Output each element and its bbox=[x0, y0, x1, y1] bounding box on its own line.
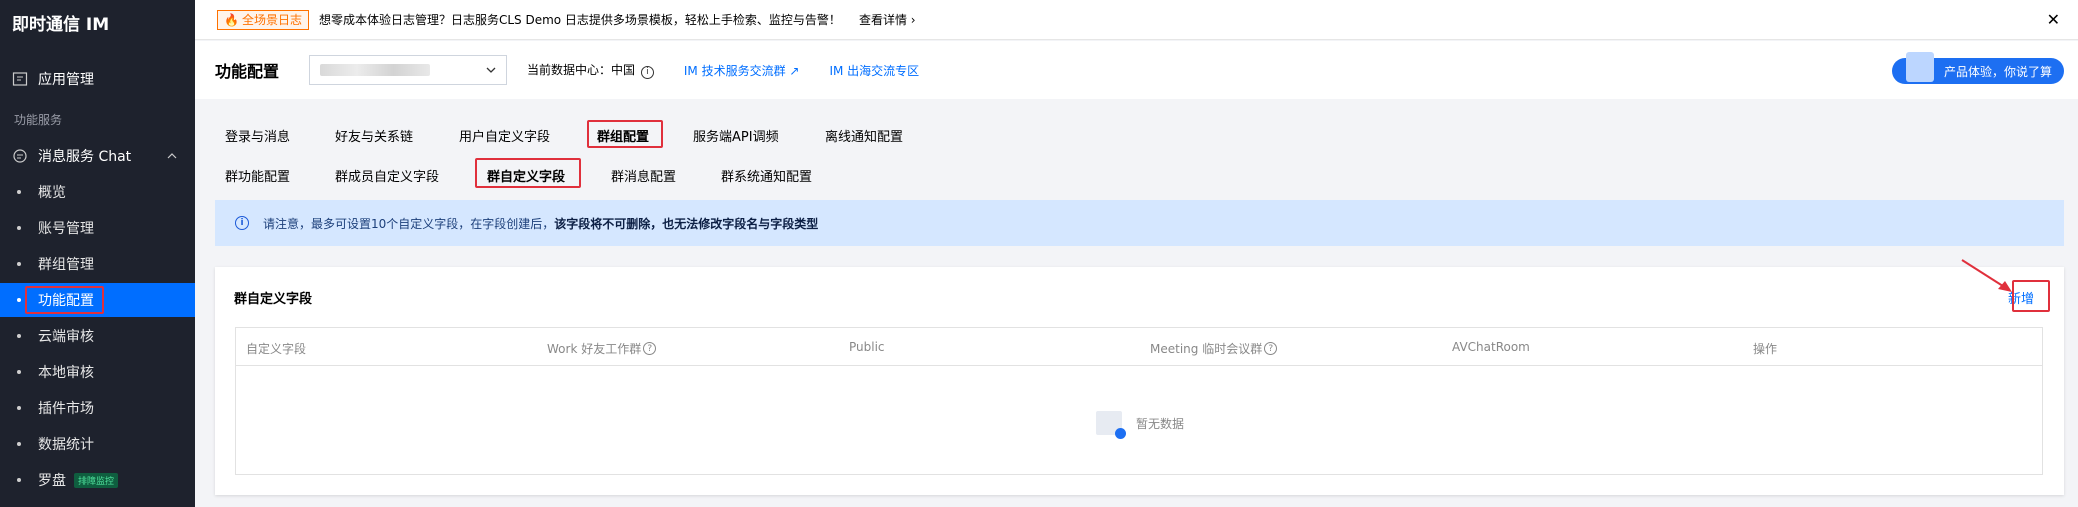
promo-label: 产品体验，你说了算 bbox=[1943, 64, 2052, 79]
external-link-icon: ↗ bbox=[789, 63, 800, 78]
sidebar-item-label: 插件市场 bbox=[38, 401, 94, 417]
sidebar-item-label: 云端审核 bbox=[38, 329, 94, 345]
annotation-arrow-icon bbox=[1961, 259, 2012, 292]
app-manage-icon bbox=[12, 72, 28, 86]
empty-state: 暂无数据 bbox=[1096, 411, 1185, 439]
bullet-icon bbox=[17, 478, 21, 482]
tab-group-system-notices[interactable]: 群系统通知配置 bbox=[721, 166, 812, 185]
sidebar-item-overview[interactable]: 概览 bbox=[0, 175, 195, 209]
tech-group-link[interactable]: IM 技术服务交流群 ↗ bbox=[684, 62, 800, 79]
page-title: 功能配置 bbox=[215, 62, 280, 81]
notice-tag-label: 全场景日志 bbox=[241, 13, 302, 27]
column-header: Public bbox=[849, 340, 885, 354]
app-name-blurred bbox=[320, 64, 431, 76]
sidebar-item-label: 数据统计 bbox=[38, 437, 94, 453]
tab-server-api[interactable]: 服务端API调频 bbox=[693, 126, 779, 145]
tab-group-custom-fields[interactable]: 群自定义字段 bbox=[487, 166, 565, 185]
sidebar-item-cloud-review[interactable]: 云端审核 bbox=[0, 319, 195, 353]
tab-group-member-fields[interactable]: 群成员自定义字段 bbox=[335, 166, 439, 185]
column-header-label: Work 好友工作群 bbox=[547, 342, 642, 356]
data-center-label: 当前数据中心：中国 i bbox=[527, 61, 654, 79]
active-tab-indicator bbox=[485, 186, 579, 188]
bullet-icon bbox=[17, 334, 21, 338]
bullet-icon bbox=[17, 226, 21, 230]
bullet-icon bbox=[17, 298, 21, 302]
fire-icon: 🔥 bbox=[224, 12, 239, 27]
sidebar-item-plugins[interactable]: 插件市场 bbox=[0, 391, 195, 425]
tab-friends[interactable]: 好友与关系链 bbox=[335, 126, 413, 145]
info-text-bold: 该字段将不可删除，也无法修改字段名与字段类型 bbox=[554, 216, 819, 231]
bullet-icon bbox=[17, 262, 21, 266]
tab-group-features[interactable]: 群功能配置 bbox=[225, 166, 290, 185]
sidebar: 即时通信 IM 应用管理 功能服务 消息服务 Chat 概览 账号管理 群组管理… bbox=[0, 0, 195, 507]
overseas-link[interactable]: IM 出海交流专区 bbox=[829, 62, 919, 79]
column-header-meeting: Meeting 临时会议群? bbox=[1150, 340, 1278, 357]
help-icon[interactable]: ? bbox=[1264, 342, 1278, 355]
empty-state-text: 暂无数据 bbox=[1136, 416, 1185, 431]
sidebar-item-label: 功能配置 bbox=[38, 293, 94, 309]
sidebar-item-compass[interactable]: 罗盘 排障监控 bbox=[0, 463, 195, 497]
sidebar-item-accounts[interactable]: 账号管理 bbox=[0, 211, 195, 245]
info-banner: i 请注意，最多可设置10个自定义字段，在字段创建后，该字段将不可删除，也无法修… bbox=[215, 200, 2064, 246]
sidebar-item-label: 罗盘 bbox=[38, 473, 66, 489]
sidebar-item-label: 消息服务 Chat bbox=[38, 149, 132, 165]
app-select[interactable] bbox=[309, 55, 508, 85]
chat-icon bbox=[13, 149, 27, 163]
chevron-up-icon[interactable] bbox=[167, 152, 177, 160]
sidebar-item-label: 群组管理 bbox=[38, 257, 94, 273]
tab-offline-push[interactable]: 离线通知配置 bbox=[825, 126, 903, 145]
notice-more-link[interactable]: 查看详情 › bbox=[859, 11, 916, 28]
tech-group-link-label: IM 技术服务交流群 bbox=[683, 63, 786, 78]
status-badge: 排障监控 bbox=[74, 472, 119, 488]
column-header: 自定义字段 bbox=[246, 342, 307, 356]
promo-illustration-icon bbox=[1906, 52, 1934, 82]
app-logo: 即时通信 IM bbox=[12, 15, 110, 35]
help-icon[interactable]: ? bbox=[643, 342, 657, 355]
sidebar-group-label: 功能服务 bbox=[14, 113, 63, 127]
custom-fields-card: 群自定义字段 新增 自定义字段 Work 好友工作群? Public Meeti… bbox=[215, 267, 2064, 495]
sidebar-item-label: 应用管理 bbox=[38, 72, 94, 88]
chevron-right-icon: › bbox=[910, 13, 916, 27]
info-text: 请注意，最多可设置10个自定义字段，在字段创建后，该字段将不可删除，也无法修改字… bbox=[263, 215, 818, 232]
sidebar-item-stats[interactable]: 数据统计 bbox=[0, 427, 195, 461]
data-center-text: 当前数据中心：中国 bbox=[527, 63, 636, 78]
sidebar-item-label: 账号管理 bbox=[38, 221, 94, 237]
tab-user-custom-fields[interactable]: 用户自定义字段 bbox=[459, 126, 550, 145]
empty-data-icon bbox=[1096, 411, 1126, 439]
promo-button[interactable]: 产品体验，你说了算 bbox=[1892, 52, 2064, 84]
close-icon[interactable]: ✕ bbox=[2047, 10, 2060, 29]
notice-text: 想零成本体验日志管理？日志服务CLS Demo 日志提供多场景模板，轻松上手检索… bbox=[318, 13, 841, 27]
chevron-down-icon bbox=[486, 67, 496, 73]
sidebar-item-chat[interactable]: 消息服务 Chat bbox=[0, 139, 195, 173]
card-title: 群自定义字段 bbox=[234, 292, 313, 307]
sidebar-item-label: 本地审核 bbox=[38, 365, 94, 381]
info-icon[interactable]: i bbox=[640, 65, 654, 79]
column-header-label: Meeting 临时会议群 bbox=[1150, 342, 1263, 356]
tab-login-messages[interactable]: 登录与消息 bbox=[225, 126, 290, 145]
sidebar-item-label: 概览 bbox=[38, 185, 66, 201]
sidebar-item-app-manage[interactable]: 应用管理 bbox=[0, 62, 195, 96]
column-header: AVChatRoom bbox=[1452, 340, 1530, 354]
column-header: 操作 bbox=[1753, 342, 1778, 356]
bullet-icon bbox=[17, 406, 21, 410]
bullet-icon bbox=[17, 442, 21, 446]
custom-fields-table: 自定义字段 Work 好友工作群? Public Meeting 临时会议群? … bbox=[235, 327, 2043, 475]
bullet-icon bbox=[17, 190, 21, 194]
notice-tag: 🔥 全场景日志 bbox=[217, 9, 309, 30]
notice-more-label: 查看详情 bbox=[858, 13, 907, 27]
tab-group-config[interactable]: 群组配置 bbox=[597, 126, 649, 145]
table-header: 自定义字段 Work 好友工作群? Public Meeting 临时会议群? … bbox=[236, 328, 2042, 366]
sidebar-item-groups[interactable]: 群组管理 bbox=[0, 247, 195, 281]
tab-group-messages[interactable]: 群消息配置 bbox=[611, 166, 676, 185]
info-text-prefix: 请注意，最多可设置10个自定义字段，在字段创建后， bbox=[263, 216, 555, 231]
page-header: 功能配置 当前数据中心：中国 i IM 技术服务交流群 ↗ IM 出海交流专区 … bbox=[195, 41, 2078, 99]
bullet-icon bbox=[17, 370, 21, 374]
info-icon: i bbox=[235, 216, 249, 230]
column-header-work: Work 好友工作群? bbox=[547, 340, 657, 357]
notice-bar: 🔥 全场景日志 想零成本体验日志管理？日志服务CLS Demo 日志提供多场景模板… bbox=[195, 0, 2078, 40]
sidebar-item-local-review[interactable]: 本地审核 bbox=[0, 355, 195, 389]
sidebar-item-feature-config[interactable]: 功能配置 bbox=[0, 283, 195, 317]
